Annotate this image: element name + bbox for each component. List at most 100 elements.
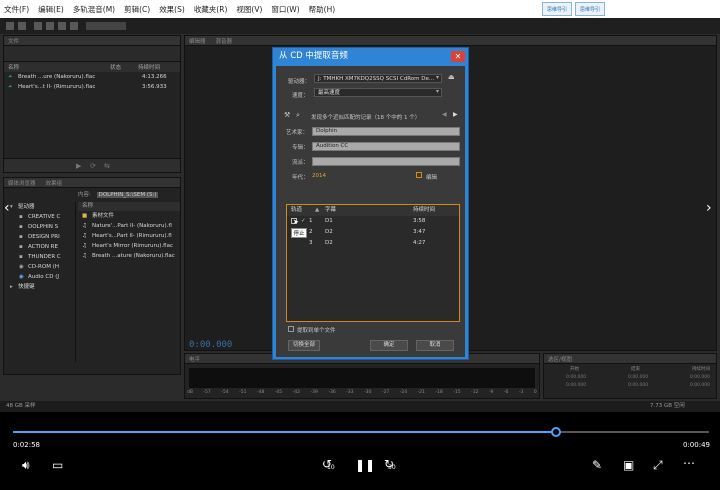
next-match-icon[interactable]: ▶: [453, 111, 458, 118]
album-label: 专辑：: [292, 145, 309, 151]
autoplay-icon[interactable]: ⇆: [104, 162, 110, 170]
drive-select[interactable]: J: TMHKH XM7KDQ2SSQ SCSI CdRom De...: [314, 74, 442, 83]
meter-tick-label: -3: [518, 390, 524, 395]
track-row[interactable]: 3 D2 4:27: [287, 238, 459, 249]
list-item[interactable]: ♫ Heart's...Part II- (Rimururu).fl: [78, 231, 180, 241]
drive-icon: ▪: [19, 214, 23, 220]
tool-icon[interactable]: [34, 22, 42, 30]
toggle-all-button[interactable]: 切换全部: [288, 340, 320, 351]
prev-arrow-icon[interactable]: ‹: [4, 200, 10, 216]
menu-help[interactable]: 帮助(H): [309, 4, 336, 15]
play-icon[interactable]: ▶: [76, 162, 81, 170]
tree-item-drive[interactable]: ▪ CREATIVE C: [4, 212, 75, 222]
edit-label: 编辑: [426, 175, 438, 181]
menu-favorites[interactable]: 收藏夹(R): [194, 4, 228, 15]
meter-tick-label: -39: [310, 390, 318, 395]
list-item[interactable]: ■ 素材文件: [78, 211, 180, 221]
drive-icon: ▪: [19, 254, 23, 260]
expand-icon: ▸: [10, 284, 13, 290]
tree-item-drive[interactable]: ◉ Audio CD (J: [4, 272, 75, 282]
multitrack-icon[interactable]: [18, 22, 26, 30]
extract-single-checkbox[interactable]: [288, 326, 294, 332]
pause-icon[interactable]: ❚❚: [355, 458, 375, 472]
list-item[interactable]: ♫ Heart's Mirror (Rimururu).flac: [78, 241, 180, 251]
tab-editor[interactable]: 编辑器: [189, 37, 206, 45]
menu-view[interactable]: 视图(V): [236, 4, 262, 15]
edit-pen-icon[interactable]: ✎: [592, 458, 602, 472]
meter-tick-label: -36: [328, 390, 336, 395]
skip-forward-seconds: 30: [388, 464, 396, 471]
eject-icon[interactable]: ⏏: [448, 73, 455, 81]
next-arrow-icon[interactable]: ›: [706, 200, 712, 216]
dialog-title: 从 CD 中提取音频: [279, 51, 348, 61]
artist-label: 艺术家：: [286, 130, 309, 136]
audio-file-icon: ≁: [8, 74, 13, 80]
tab-mixer[interactable]: 混音器: [216, 37, 233, 45]
seek-handle[interactable]: [550, 427, 561, 437]
meter-tick-label: -9: [488, 390, 494, 395]
loop-icon[interactable]: ⟳: [90, 162, 96, 170]
more-options-icon[interactable]: ⋯: [683, 456, 695, 470]
files-tab[interactable]: 文件: [8, 37, 19, 45]
tree-item-shortcuts[interactable]: ▸ 快捷键: [4, 282, 75, 292]
speed-select[interactable]: 最高速度: [314, 88, 442, 97]
tab-media-browser[interactable]: 媒体浏览器: [8, 179, 36, 187]
workspace-select[interactable]: [86, 22, 126, 30]
fullscreen-icon[interactable]: ⤢: [653, 458, 663, 473]
menu-multitrack[interactable]: 多轨混音(M): [73, 4, 115, 15]
menu-edit[interactable]: 编辑(E): [38, 4, 64, 15]
audio-cd-icon: ◉: [19, 274, 24, 280]
tool-icon[interactable]: [70, 22, 78, 30]
mini-view-icon[interactable]: ▣: [623, 458, 634, 472]
file-row[interactable]: ≁ Breath ...ure (Nakoruru).flac 4:13.266: [4, 72, 180, 82]
list-item[interactable]: ♫ Breath ...ature (Nakoruru).flac: [78, 251, 180, 261]
ok-button[interactable]: 确定: [370, 340, 408, 351]
selection-row[interactable]: 0:00.000 0:00.000 0:00.000: [566, 375, 710, 380]
meter-tick-label: -27: [381, 390, 390, 395]
level-meter-bar: [189, 368, 535, 388]
audio-file-icon: ≁: [8, 84, 13, 90]
list-item[interactable]: ♫ Nature'...Part II- (Nakoruru).fl: [78, 221, 180, 231]
seek-progress: [13, 431, 556, 433]
files-panel: 文件 名称 状态 持续时间 ≁ Breath ...ure (Nakoruru)…: [3, 35, 181, 173]
tree-item-drives[interactable]: ▾ 驱动器: [4, 202, 75, 212]
extract-cd-dialog: 从 CD 中提取音频 ✕ 驱动器： J: TMHKH XM7KDQ2SSQ SC…: [272, 47, 469, 360]
dropdown-arrow-icon: ▾: [436, 74, 440, 81]
sort-up-icon: ▲: [315, 207, 320, 213]
tab-effects-rack[interactable]: 效果组: [46, 179, 63, 187]
edit-checkbox[interactable]: [416, 172, 422, 178]
wrench-icon[interactable]: ⚒: [284, 111, 290, 119]
view-row[interactable]: 0:00.000 0:00.000 0:00.000: [566, 383, 710, 388]
artist-field[interactable]: Dolphin: [312, 127, 460, 136]
waveform-icon[interactable]: [6, 22, 14, 30]
tree-item-drive[interactable]: ▪ THUNDER C: [4, 252, 75, 262]
meter-tick-label: -54: [221, 390, 229, 395]
year-label: 年代：: [292, 175, 309, 181]
tree-item-drive[interactable]: ◉ CD-ROM (H: [4, 262, 75, 272]
album-field[interactable]: Audition CC: [312, 142, 460, 151]
menu-file[interactable]: 文件(F): [4, 4, 29, 15]
cancel-button[interactable]: 取消: [416, 340, 454, 351]
prev-match-icon[interactable]: ◀: [442, 111, 447, 118]
tool-icon[interactable]: [46, 22, 54, 30]
audio-file-icon: ♫: [82, 243, 87, 249]
file-row[interactable]: ≁ Heart's...t II- (Rimururu).flac 3:56.9…: [4, 82, 180, 92]
menu-clip[interactable]: 剪辑(C): [124, 4, 150, 15]
genre-field[interactable]: [312, 157, 460, 166]
close-button[interactable]: ✕: [451, 51, 465, 62]
tree-item-drive[interactable]: ▪ DOLPHIN S: [4, 222, 75, 232]
search-icon[interactable]: ⌕: [296, 111, 300, 120]
tree-item-drive[interactable]: ▪ DESIGN PRI: [4, 232, 75, 242]
year-value[interactable]: 2014: [312, 173, 326, 179]
video-player-controls: 0:02:58 0:00:49 🔊︎ ▭ ↺ 10 ❚❚ ↻ 30 ✎ ▣ ⤢ …: [0, 412, 720, 490]
track-header: 轨道 ▲ 字幕 持续时间: [287, 205, 459, 216]
tree-item-drive[interactable]: ▪ ACTION RE: [4, 242, 75, 252]
track-row[interactable]: 2 D2 3:47: [287, 227, 459, 238]
menu-effects[interactable]: 效果(S): [159, 4, 185, 15]
subtitles-icon[interactable]: ▭: [52, 458, 63, 472]
tool-icon[interactable]: [58, 22, 66, 30]
menu-window[interactable]: 窗口(W): [271, 4, 299, 15]
track-row[interactable]: ✓ 1 D1 3:58: [287, 216, 459, 227]
volume-icon[interactable]: 🔊︎: [22, 458, 30, 473]
files-header: 名称 状态 持续时间: [4, 62, 180, 72]
